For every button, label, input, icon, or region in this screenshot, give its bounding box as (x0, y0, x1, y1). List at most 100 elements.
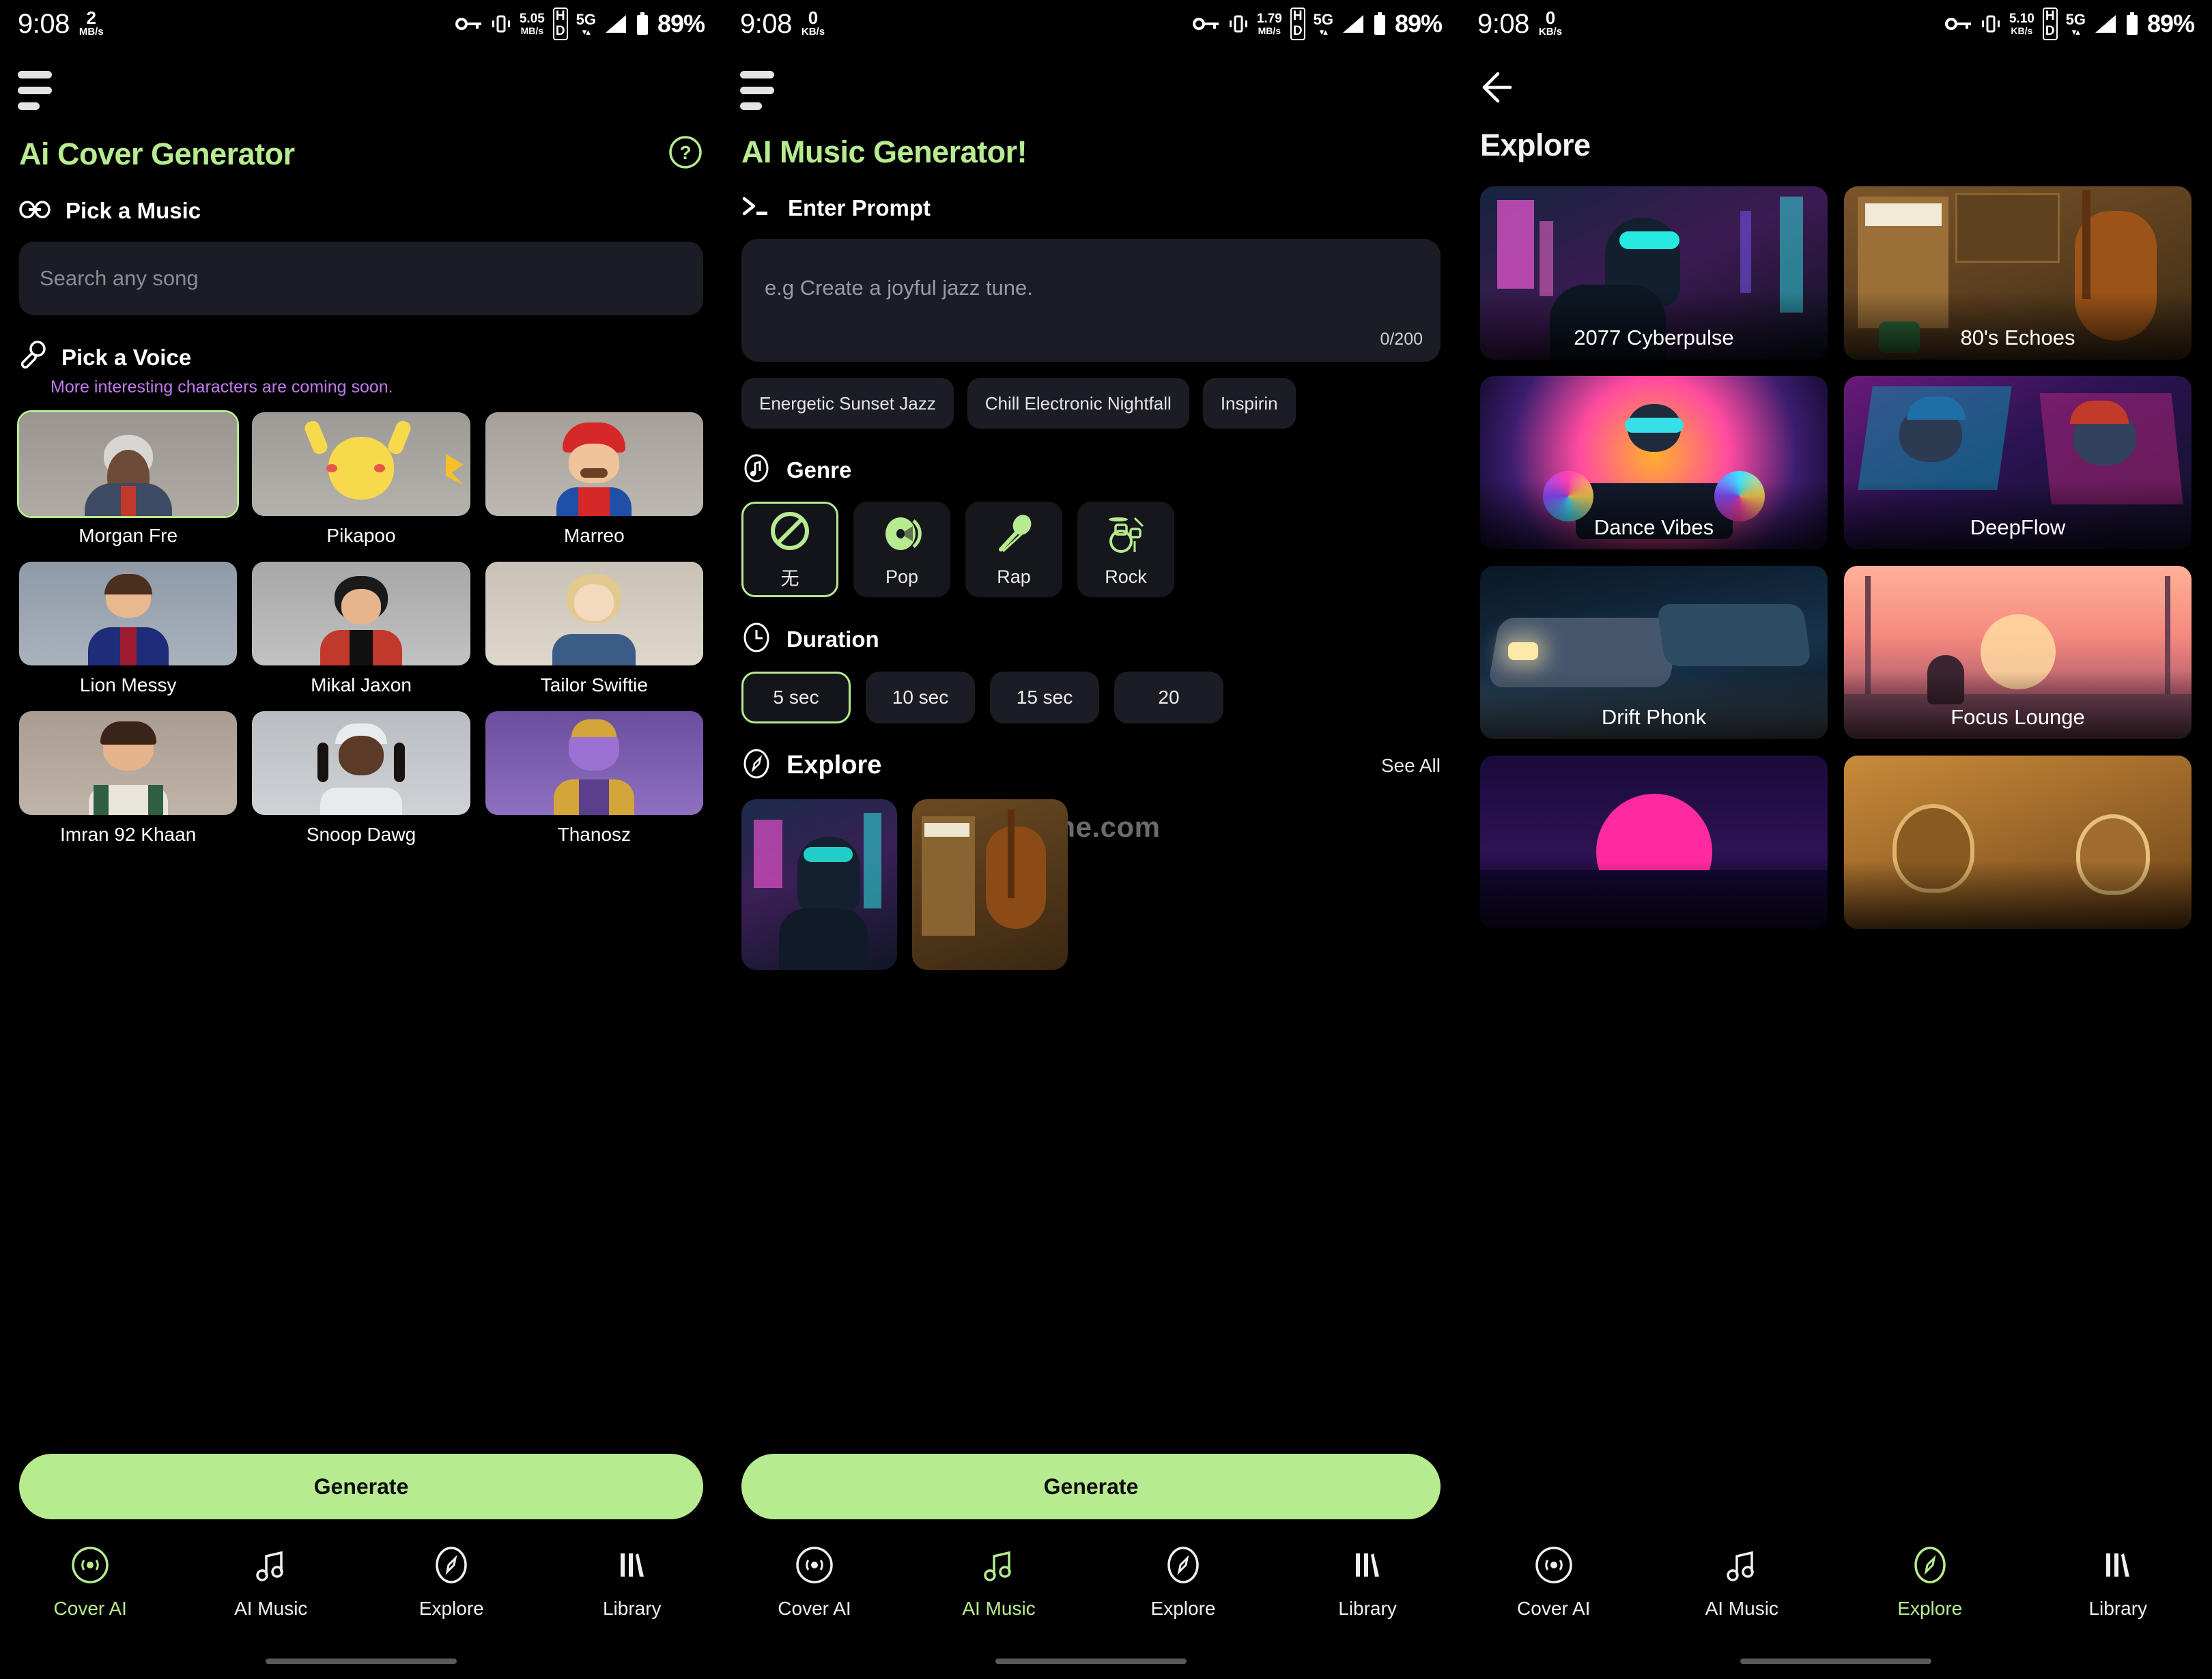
explore-card[interactable] (1844, 756, 2192, 929)
nav-explore[interactable]: Explore (361, 1545, 542, 1620)
duration-option[interactable]: 15 sec (990, 672, 1099, 723)
compass-icon (1163, 1545, 1203, 1588)
hd-call-icon: HD (2042, 8, 2058, 40)
explore-label: Explore (786, 751, 882, 779)
nav-ai-music[interactable]: AI Music (181, 1545, 362, 1620)
clock-icon (741, 622, 771, 657)
page-title: AI Music Generator! (741, 134, 1027, 169)
nav-label: AI Music (1705, 1598, 1778, 1619)
nav-ai-music[interactable]: AI Music (907, 1545, 1091, 1620)
genre-label-text: Rap (997, 566, 1031, 587)
nav-ai-music[interactable]: AI Music (1648, 1545, 1837, 1620)
genre-card-pop[interactable]: Pop (853, 502, 950, 597)
books-icon (612, 1545, 652, 1588)
page-title: Ai Cover Generator (19, 136, 295, 171)
help-icon[interactable]: ? (668, 134, 703, 173)
menu-button[interactable] (18, 71, 53, 110)
voice-card-tailor[interactable]: Tailor Swiftie (485, 562, 703, 696)
svg-text:?: ? (679, 142, 691, 163)
generate-bar-2: Generate (722, 1443, 1460, 1530)
nav-library[interactable]: Library (2024, 1545, 2212, 1620)
genre-card-rap[interactable]: Rap (965, 502, 1062, 597)
genre-card-rock[interactable]: Rock (1077, 502, 1174, 597)
generate-button[interactable]: Generate (741, 1454, 1441, 1519)
nav-label: Explore (419, 1598, 484, 1619)
explore-card[interactable]: Focus Lounge (1844, 566, 2192, 739)
explore-grid: 2077 Cyberpulse 80's Echoes Dance Vibes … (1460, 163, 2212, 929)
explore-card[interactable] (1480, 756, 1828, 929)
nav-library[interactable]: Library (542, 1545, 723, 1620)
status-network-rate: 1.79 MB/s (1256, 11, 1282, 36)
nav-cover-ai[interactable]: Cover AI (1460, 1545, 1648, 1620)
duration-label: Duration (786, 626, 879, 652)
voice-card-morgan[interactable]: Morgan Fre (16, 410, 240, 547)
status-rate-unit: KB/s (801, 25, 825, 38)
music-note-circle-icon (741, 453, 771, 487)
voice-card-thanosz[interactable]: Thanosz (485, 711, 703, 846)
status-bar-3: 9:08 0 KB/s 5.10 KB/s HD 5G ▾▴ 89% (1460, 0, 2212, 48)
vpn-key-icon (455, 16, 483, 32)
suggestion-chip[interactable]: Inspirin (1202, 378, 1296, 429)
voice-card-pikapoo[interactable]: Pikapoo (252, 412, 470, 547)
nav-cover-ai[interactable]: Cover AI (0, 1545, 181, 1620)
nav-label: AI Music (962, 1598, 1036, 1619)
voice-card-messy[interactable]: Lion Messy (19, 562, 238, 696)
screen-cover-ai: 9:08 2 MB/s 5.05 MB/s HD 5G ▾▴ 89% Ai Co… (0, 0, 722, 1679)
bottom-nav-1: Cover AI AI Music Explore Library (0, 1530, 722, 1679)
back-button[interactable] (1460, 48, 2212, 110)
menu-button[interactable] (740, 71, 776, 110)
home-indicator (266, 1659, 457, 1664)
suggestion-chip-row[interactable]: Energetic Sunset Jazz Chill Electronic N… (722, 362, 1460, 429)
prompt-input[interactable]: e.g Create a joyful jazz tune. 0/200 (741, 239, 1441, 362)
explore-card-title: 2077 Cyberpulse (1480, 291, 1828, 360)
explore-card[interactable]: DeepFlow (1844, 376, 2192, 549)
duration-option[interactable]: 5 sec (741, 672, 851, 723)
genre-card-none[interactable]: 无 (741, 502, 838, 597)
vibrate-icon (491, 14, 511, 33)
explore-card[interactable]: 80's Echoes (1844, 186, 2192, 360)
voice-name: Lion Messy (79, 674, 177, 695)
battery-percent: 89% (1394, 10, 1443, 38)
nav-label: Cover AI (1517, 1598, 1591, 1619)
battery-icon (1373, 12, 1387, 35)
voice-card-marreo[interactable]: Marreo (485, 412, 703, 547)
explore-card-title: Drift Phonk (1480, 671, 1828, 739)
voice-name: Morgan Fre (79, 525, 178, 546)
status-network-rate: 5.10 KB/s (2009, 11, 2034, 36)
genre-label-text: Rock (1105, 566, 1147, 587)
nav-explore[interactable]: Explore (1091, 1545, 1275, 1620)
voice-card-snoop[interactable]: Snoop Dawg (252, 711, 470, 846)
explore-card[interactable]: Dance Vibes (1480, 376, 1828, 549)
explore-preview-card[interactable] (741, 799, 897, 970)
nav-library[interactable]: Library (1275, 1545, 1460, 1620)
vpn-key-icon (1192, 16, 1220, 32)
voice-name: Snoop Dawg (306, 824, 416, 845)
music-note-icon (251, 1545, 291, 1588)
explore-preview-card[interactable] (912, 799, 1068, 970)
explore-card[interactable]: 2077 Cyberpulse (1480, 186, 1828, 360)
explore-card[interactable]: Drift Phonk (1480, 566, 1828, 739)
enter-prompt-label: Enter Prompt (788, 195, 931, 220)
search-input[interactable]: Search any song (19, 242, 703, 315)
voice-card-imran[interactable]: Imran 92 Khaan (19, 711, 238, 846)
nav-cover-ai[interactable]: Cover AI (722, 1545, 907, 1620)
duration-option[interactable]: 20 (1114, 672, 1223, 723)
home-indicator (1740, 1659, 1931, 1664)
duration-option[interactable]: 10 sec (866, 672, 975, 723)
voice-card-mikal[interactable]: Mikal Jaxon (252, 562, 470, 696)
books-icon (1348, 1545, 1387, 1588)
vpn-key-icon (1944, 16, 1972, 32)
status-time: 9:08 (1477, 8, 1529, 39)
page-title: Explore (1480, 128, 1591, 162)
enter-prompt-section-header: Enter Prompt (722, 195, 1460, 221)
status-network-rate: 5.05 MB/s (519, 11, 545, 36)
battery-icon (636, 12, 649, 35)
voice-name: Tailor Swiftie (540, 674, 648, 695)
compass-icon (741, 748, 771, 783)
generate-button[interactable]: Generate (19, 1454, 703, 1519)
see-all-link[interactable]: See All (1381, 755, 1441, 777)
suggestion-chip[interactable]: Chill Electronic Nightfall (967, 378, 1189, 429)
nav-label: Library (602, 1598, 662, 1619)
suggestion-chip[interactable]: Energetic Sunset Jazz (741, 378, 954, 429)
nav-explore[interactable]: Explore (1836, 1545, 2024, 1620)
